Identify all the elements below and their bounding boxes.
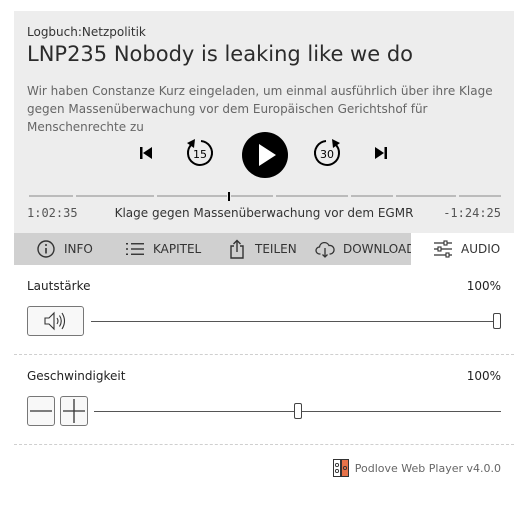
chapter-segment (396, 195, 456, 197)
forward-seconds: 30 (320, 148, 334, 161)
episode-title: LNP235 Nobody is leaking like we do (27, 42, 414, 66)
mute-button[interactable] (27, 306, 84, 336)
brand-label: Podlove Web Player v4.0.0 (354, 461, 501, 475)
current-chapter: Klage gegen Massenüberwachung vor dem EG… (114, 206, 414, 220)
playback-controls: 15 30 (14, 131, 514, 179)
rewind-15-button[interactable]: 15 (182, 136, 216, 170)
tab-download-label: DOWNLOAD (343, 242, 416, 256)
rewind-seconds: 15 (193, 148, 207, 161)
chapter-segment (76, 195, 154, 197)
tab-kapitel-label: KAPITEL (153, 242, 202, 256)
tab-teilen[interactable]: TEILEN (227, 233, 297, 265)
section-divider (14, 354, 514, 355)
tab-kapitel[interactable]: KAPITEL (125, 233, 201, 265)
podlove-logo-icon (332, 459, 349, 477)
tab-info-label: INFO (64, 242, 93, 256)
chapter-segment (459, 195, 501, 197)
progress-bar[interactable] (27, 192, 501, 201)
share-icon (230, 239, 244, 259)
speed-slider-thumb[interactable] (293, 403, 302, 419)
info-icon (37, 240, 55, 258)
tab-teilen-label: TEILEN (255, 242, 297, 256)
show-title: Logbuch:Netzpolitik (27, 25, 146, 39)
speed-decrease-button[interactable] (27, 396, 55, 426)
list-icon (126, 243, 144, 255)
player-header: Logbuch:Netzpolitik LNP235 Nobody is lea… (14, 11, 514, 233)
skip-previous-icon (140, 147, 152, 159)
episode-description: Wir haben Constanze Kurz eingeladen, um … (27, 84, 493, 134)
volume-slider-track[interactable] (91, 321, 501, 322)
remaining-time: -1:24:25 (443, 206, 501, 220)
next-chapter-button[interactable] (373, 145, 389, 161)
forward-30-button[interactable]: 30 (311, 136, 345, 170)
speed-label: Geschwindigkeit (27, 369, 126, 383)
fast-forward-icon: 30 (314, 139, 340, 166)
audio-settings-panel: Lautstärke 100% Geschwindigkeit 100% Pod… (14, 265, 514, 489)
timeline: 1:02:35 Klage gegen Massenüberwachung vo… (14, 204, 514, 222)
chapter-segment (157, 195, 227, 197)
tab-audio[interactable]: AUDIO (411, 233, 514, 265)
previous-chapter-button[interactable] (138, 145, 154, 161)
chapter-segment (276, 195, 348, 197)
skip-next-icon (375, 147, 387, 159)
chapter-segment (29, 195, 73, 197)
plus-icon (63, 399, 85, 423)
speed-value: 100% (466, 369, 501, 383)
rewind-icon: 15 (187, 139, 213, 166)
play-icon (259, 144, 276, 166)
cloud-download-icon (315, 241, 335, 258)
player-branding: Podlove Web Player v4.0.0 (332, 459, 501, 477)
chapter-segment (231, 195, 273, 197)
volume-label: Lautstärke (27, 279, 91, 293)
volume-slider-thumb[interactable] (493, 313, 501, 329)
tab-info[interactable]: INFO (36, 233, 93, 265)
speaker-icon (44, 311, 66, 331)
play-button[interactable] (242, 132, 288, 178)
tab-audio-label: AUDIO (461, 242, 501, 256)
tab-bar: INFO KAPITEL TEILEN DOWNLOAD AUDIO (14, 233, 514, 265)
podcast-player: Logbuch:Netzpolitik LNP235 Nobody is lea… (14, 11, 514, 489)
progress-knob[interactable] (228, 192, 230, 201)
sliders-icon (434, 240, 452, 258)
volume-value: 100% (466, 279, 501, 293)
minus-icon (30, 410, 52, 412)
tab-download[interactable]: DOWNLOAD (315, 233, 415, 265)
chapter-segment (351, 195, 393, 197)
section-divider (14, 444, 514, 445)
speed-increase-button[interactable] (60, 396, 88, 426)
